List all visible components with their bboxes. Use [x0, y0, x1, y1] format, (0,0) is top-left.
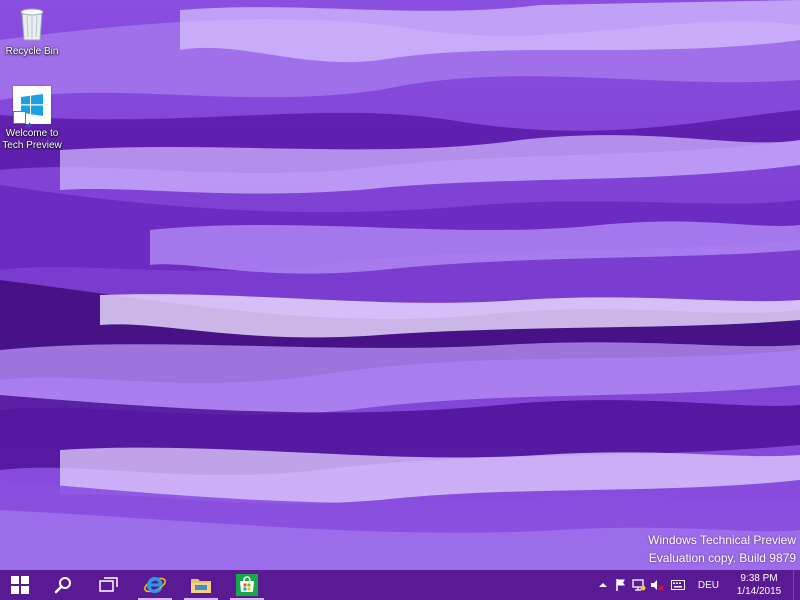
- welcome-tech-preview-shortcut[interactable]: Welcome to Tech Preview: [0, 86, 64, 152]
- windows-logo-icon: [12, 86, 52, 129]
- internet-explorer-icon: [144, 577, 166, 593]
- clock-date: 1/14/2015: [736, 586, 782, 597]
- network-icon: [632, 579, 646, 591]
- clock[interactable]: 9:38 PM 1/14/2015: [727, 572, 793, 598]
- chevron-up-icon: [598, 583, 607, 587]
- recycle-bin-label: Recycle Bin: [5, 46, 59, 57]
- wallpaper: [0, 0, 800, 570]
- taskbar: DEU 9:38 PM 1/14/2015: [0, 570, 800, 600]
- recycle-bin-shortcut[interactable]: Recycle Bin: [0, 4, 64, 58]
- file-explorer-button[interactable]: [178, 570, 224, 600]
- volume-muted-icon: [650, 580, 664, 591]
- flag-icon: [616, 579, 625, 591]
- recycle-bin-icon: [12, 4, 52, 44]
- start-button[interactable]: [0, 570, 40, 600]
- search-button[interactable]: [40, 570, 86, 600]
- show-desktop-button[interactable]: [793, 570, 800, 600]
- welcome-tech-preview-label: Welcome to Tech Preview: [2, 128, 62, 151]
- search-icon: [54, 577, 71, 594]
- store-button[interactable]: [224, 570, 270, 600]
- evaluation-watermark: Windows Technical Preview Evaluation cop…: [648, 531, 796, 567]
- keyboard-icon: [670, 580, 685, 590]
- system-tray: DEU 9:38 PM 1/14/2015: [594, 570, 800, 600]
- task-view-button[interactable]: [86, 570, 132, 600]
- task-view-icon: [99, 577, 118, 592]
- windows-logo-icon: [11, 576, 29, 594]
- clock-time: 9:38 PM: [740, 573, 778, 584]
- keyboard-button[interactable]: [666, 570, 690, 600]
- watermark-line-1: Windows Technical Preview: [648, 533, 796, 547]
- action-center-button[interactable]: [612, 570, 630, 600]
- watermark-line-2: Evaluation copy. Build 9879: [648, 551, 796, 565]
- store-icon: [236, 574, 258, 596]
- network-button[interactable]: [630, 570, 648, 600]
- internet-explorer-button[interactable]: [132, 570, 178, 600]
- shortcut-arrow-icon: [13, 111, 32, 129]
- desktop[interactable]: Recycle Bin Welcome to Tech Preview Wind…: [0, 0, 800, 570]
- show-hidden-icons-button[interactable]: [594, 570, 612, 600]
- folder-icon: [191, 579, 211, 593]
- input-language-indicator[interactable]: DEU: [690, 580, 727, 591]
- volume-button[interactable]: [648, 570, 666, 600]
